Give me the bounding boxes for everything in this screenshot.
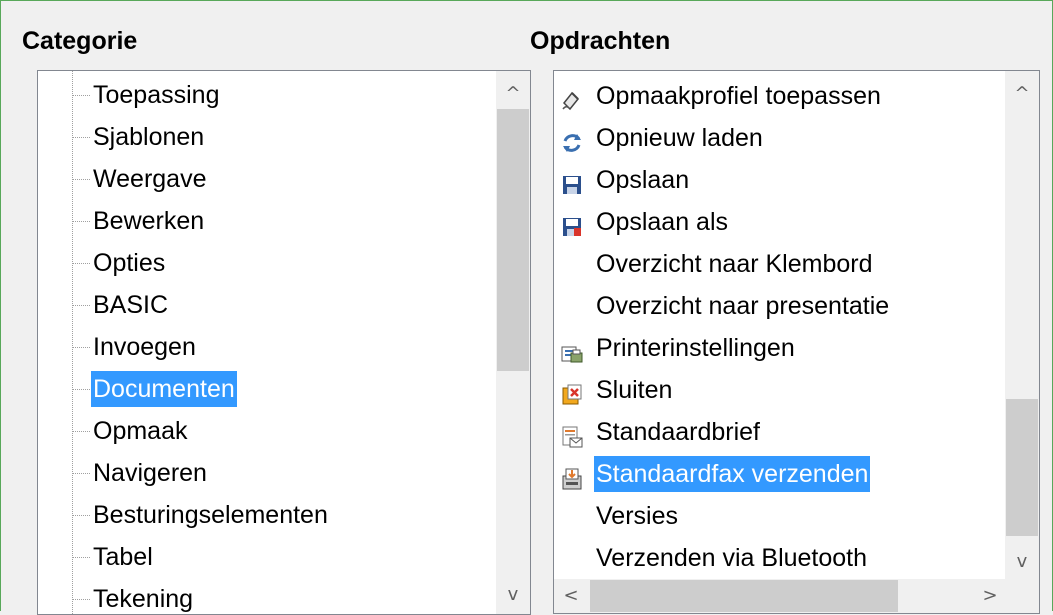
category-item-label: Weergave [93,165,207,193]
command-item[interactable]: Overzicht naar Klembord [554,243,994,285]
scroll-up-arrow-icon[interactable]: ^ [496,79,530,109]
command-item[interactable]: Opmaakprofiel toepassen [554,75,994,117]
scroll-down-arrow-icon[interactable]: v [496,580,530,610]
command-item-label: Opslaan [596,166,690,194]
command-item-label: Overzicht naar presentatie [596,292,890,320]
command-item-label: Sluiten [596,376,673,404]
category-item-label: Documenten [91,371,237,407]
tree-branch-line [72,137,90,138]
apply-style-icon [560,84,584,111]
command-item-label: Opnieuw laden [596,124,763,152]
scrollbar-thumb[interactable] [1006,399,1038,536]
command-item-label: Overzicht naar Klembord [596,250,873,278]
command-item[interactable]: Opslaan [554,159,994,201]
command-item-label: Printerinstellingen [596,334,795,362]
category-item-besturingselementen[interactable]: Besturingselementen [91,494,330,536]
printer-settings-icon [560,336,584,363]
scrollbar-thumb[interactable] [497,109,529,371]
tree-branch-line [72,599,90,600]
category-item-label: Opties [93,249,166,277]
category-item-sjablonen[interactable]: Sjablonen [91,116,206,158]
command-item[interactable]: Verzenden via Bluetooth [554,537,994,579]
scroll-right-arrow-icon[interactable]: > [973,581,1007,611]
tree-branch-line [72,389,90,390]
reload-icon [560,126,584,152]
command-item-label: Versies [596,502,678,530]
category-item-label: Toepassing [93,81,220,109]
category-item-label: Navigeren [93,459,207,487]
command-item[interactable]: Sluiten [554,369,994,411]
category-item-opties[interactable]: Opties [91,242,167,284]
command-item-label: Opslaan als [596,208,729,236]
scroll-left-arrow-icon[interactable]: < [554,581,588,611]
category-item-basic[interactable]: BASIC [91,284,170,326]
commands-vertical-scrollbar[interactable]: ^ v [1005,71,1039,579]
tree-branch-line [72,557,90,558]
send-fax-icon [560,462,584,490]
category-item-navigeren[interactable]: Navigeren [91,452,209,494]
save-icon [560,168,584,194]
tree-branch-line [72,347,90,348]
tree-connector-line [72,71,73,614]
scroll-down-arrow-icon[interactable]: v [1005,547,1039,577]
tree-branch-line [72,95,90,96]
command-item[interactable]: Standaardfax verzenden [554,453,994,495]
tree-branch-line [72,431,90,432]
command-item[interactable]: Versies [554,495,994,537]
command-item[interactable]: Overzicht naar presentatie [554,285,994,327]
category-item-opmaak[interactable]: Opmaak [91,410,189,452]
command-item[interactable]: Opslaan als [554,201,994,243]
category-item-weergave[interactable]: Weergave [91,158,209,200]
tree-branch-line [72,263,90,264]
category-item-label: Tabel [93,543,153,571]
command-item[interactable]: Printerinstellingen [554,327,994,369]
commands-horizontal-scrollbar[interactable]: < > [554,579,1007,613]
scrollbar-corner [1005,579,1039,613]
tree-branch-line [72,515,90,516]
category-item-tabel[interactable]: Tabel [91,536,155,578]
command-item-label: Opmaakprofiel toepassen [596,82,881,110]
category-item-label: Bewerken [93,207,205,235]
category-item-invoegen[interactable]: Invoegen [91,326,198,368]
category-item-tekening[interactable]: Tekening [91,578,195,614]
category-item-label: Opmaak [93,417,188,445]
save-as-icon [560,210,584,236]
category-heading: Categorie [22,27,138,55]
commands-heading: Opdrachten [530,27,671,55]
scroll-up-arrow-icon[interactable]: ^ [1005,79,1039,109]
category-item-label: Besturingselementen [93,501,328,529]
category-item-bewerken[interactable]: Bewerken [91,200,206,242]
command-item[interactable]: Standaardbrief [554,411,994,453]
command-item-label: Verzenden via Bluetooth [596,544,868,572]
category-item-toepassing[interactable]: Toepassing [91,74,221,116]
tree-branch-line [72,305,90,306]
command-item-label: Standaardfax verzenden [594,456,871,492]
mail-merge-icon [560,420,584,448]
category-vertical-scrollbar[interactable]: ^ v [496,71,530,614]
scrollbar-thumb[interactable] [590,580,898,612]
tree-branch-line [72,473,90,474]
tree-branch-line [72,221,90,222]
category-item-label: BASIC [93,291,169,319]
command-item[interactable]: Opnieuw laden [554,117,994,159]
command-item-label: Standaardbrief [596,418,761,446]
category-item-documenten[interactable]: Documenten [91,368,237,410]
category-item-label: Invoegen [93,333,196,361]
category-item-label: Sjablonen [93,123,205,151]
tree-branch-line [72,179,90,180]
close-document-icon [560,378,584,405]
commands-list[interactable]: Opmaakprofiel toepassen Opnieuw laden Opsl… [553,70,1040,614]
category-item-label: Tekening [93,585,194,613]
category-tree[interactable]: Toepassing Sjablonen Weergave Bewerken Optie… [37,70,531,615]
